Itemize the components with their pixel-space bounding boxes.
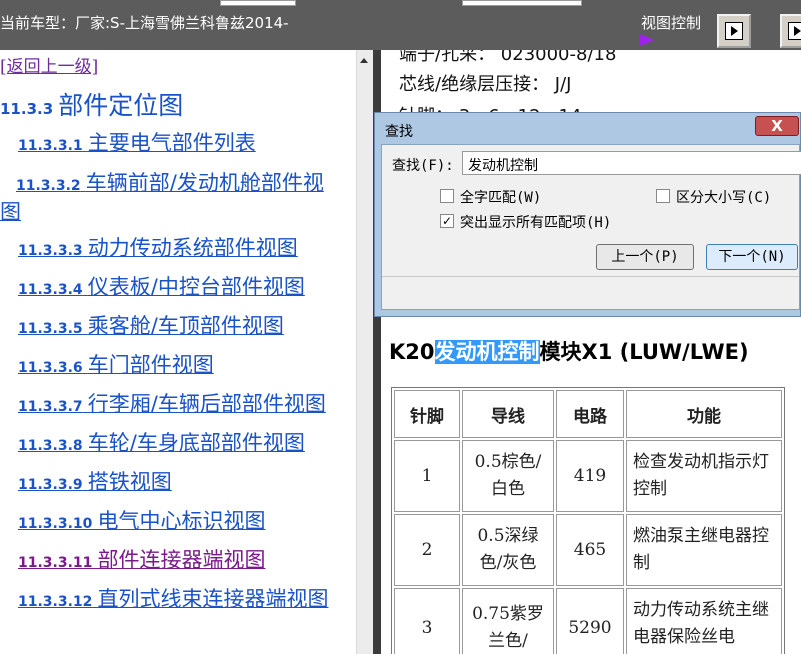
highlight-all-label[interactable]: 突出显示所有匹配项(H)	[460, 212, 611, 232]
toc-item-inline-harness[interactable]: 11.3.3.12 直列式线束连接器端视图	[18, 586, 354, 615]
pin-cell: 2	[394, 514, 460, 586]
toc-frame: [返回上一级] 11.3.3 部件定位图 11.3.3.1 主要电气部件列表 1…	[0, 50, 356, 654]
close-button[interactable]: X	[755, 116, 799, 136]
column-header: 针脚	[394, 390, 460, 438]
dialog-body: 查找(F): 发动机控制 全字匹配(W) 区分大小写(C) ✓ 突出显示所有匹配…	[381, 144, 801, 310]
toc-item-front-engine-bay[interactable]: 11.3.3.2 车辆前部/发动机舱部件视图	[0, 170, 336, 227]
toc-item-trunk-rear[interactable]: 11.3.3.7 行李厢/车辆后部部件视图	[18, 391, 354, 420]
function-cell: 检查发动机指示灯控制	[626, 440, 782, 512]
match-case-label[interactable]: 区分大小写(C)	[676, 187, 771, 207]
toc-item-wheels-underbody[interactable]: 11.3.3.8 车轮/车身底部部件视图	[18, 430, 354, 459]
scroll-up-icon[interactable]	[360, 58, 368, 63]
column-header: 电路	[556, 390, 624, 438]
pin-cell: 3	[394, 588, 460, 654]
circuit-cell: 419	[556, 440, 624, 512]
column-header: 导线	[462, 390, 554, 438]
find-next-button[interactable]: 下一个(N)	[706, 244, 798, 270]
find-previous-button[interactable]: 上一个(P)	[596, 244, 694, 270]
table-row: 2 0.5深绿色/灰色 465 燃油泵主继电器控制	[394, 514, 782, 586]
toc-scrollbar[interactable]	[356, 50, 373, 654]
toc-title-text: 部件定位图	[58, 91, 184, 120]
function-cell: 燃油泵主继电器控制	[626, 514, 782, 586]
back-link[interactable]: [返回上一级]	[0, 52, 98, 77]
connector-heading: K20发动机控制模块X1 (LUW/LWE)	[389, 340, 749, 364]
dialog-title: 查找	[385, 124, 413, 140]
toc-item-ground[interactable]: 11.3.3.9 搭铁视图	[18, 469, 354, 498]
toc-item-main-parts-list[interactable]: 11.3.3.1 主要电气部件列表	[18, 130, 354, 159]
terminal-line: 端子/孔采： 023000-8/18	[399, 50, 617, 65]
toc-item-passenger-cabin[interactable]: 11.3.3.5 乘客舱/车顶部件视图	[18, 313, 354, 342]
toc-title: 11.3.3 部件定位图	[0, 86, 183, 122]
column-header: 功能	[626, 390, 782, 438]
crimp-line: 芯线/绝缘层压接： J/J	[399, 74, 572, 95]
vehicle-model-label: 当前车型：厂家:S-上海雪佛兰科鲁兹2014-	[0, 14, 289, 32]
toc-item-doors[interactable]: 11.3.3.6 车门部件视图	[18, 352, 354, 381]
pin-table: 针脚 导线 电路 功能 1 0.5棕色/白色 419 检查发动机指示灯控制 2 …	[391, 387, 785, 654]
wire-cell: 0.5棕色/白色	[462, 440, 554, 512]
whole-word-label[interactable]: 全字匹配(W)	[460, 187, 541, 207]
match-case-checkbox[interactable]	[656, 189, 670, 203]
top-frame-tab	[220, 0, 296, 6]
table-row: 1 0.5棕色/白色 419 检查发动机指示灯控制	[394, 440, 782, 512]
top-frame-tab	[462, 0, 582, 6]
wire-cell: 0.5深绿色/灰色	[462, 514, 554, 586]
function-cell: 动力传动系统主继电器保险丝电	[626, 588, 782, 654]
table-header-row: 针脚 导线 电路 功能	[394, 390, 782, 438]
find-dialog: 查找 X 查找(F): 发动机控制 全字匹配(W) 区分大小写(C) ✓ 突出显…	[374, 112, 801, 317]
toc-item-electrical-center[interactable]: 11.3.3.10 电气中心标识视图	[18, 508, 354, 537]
dialog-divider	[382, 276, 799, 277]
view-control-arrow-icon	[640, 34, 654, 46]
toc-item-powertrain[interactable]: 11.3.3.3 动力传动系统部件视图	[18, 235, 354, 264]
whole-word-checkbox[interactable]	[440, 189, 454, 203]
toc-item-connector-end[interactable]: 11.3.3.11 部件连接器端视图	[18, 547, 354, 576]
find-input[interactable]: 发动机控制	[462, 151, 801, 175]
highlight-all-checkbox[interactable]: ✓	[440, 214, 454, 228]
top-header-bar: 当前车型：厂家:S-上海雪佛兰科鲁兹2014- 视图控制	[0, 0, 801, 50]
play-icon	[725, 22, 743, 40]
pin-cell: 1	[394, 440, 460, 512]
view-control-label: 视图控制	[641, 14, 702, 32]
find-label: 查找(F):	[392, 158, 454, 174]
table-row: 3 0.75紫罗兰色/ 5290 动力传动系统主继电器保险丝电	[394, 588, 782, 654]
search-highlight: 发动机控制	[434, 340, 540, 364]
play-icon	[788, 22, 801, 40]
circuit-cell: 465	[556, 514, 624, 586]
toc-item-dashboard[interactable]: 11.3.3.4 仪表板/中控台部件视图	[18, 274, 354, 303]
view-last-button[interactable]	[780, 14, 801, 48]
toc-title-number: 11.3.3	[0, 100, 54, 118]
wire-cell: 0.75紫罗兰色/	[462, 588, 554, 654]
circuit-cell: 5290	[556, 588, 624, 654]
view-next-button[interactable]	[717, 14, 751, 48]
